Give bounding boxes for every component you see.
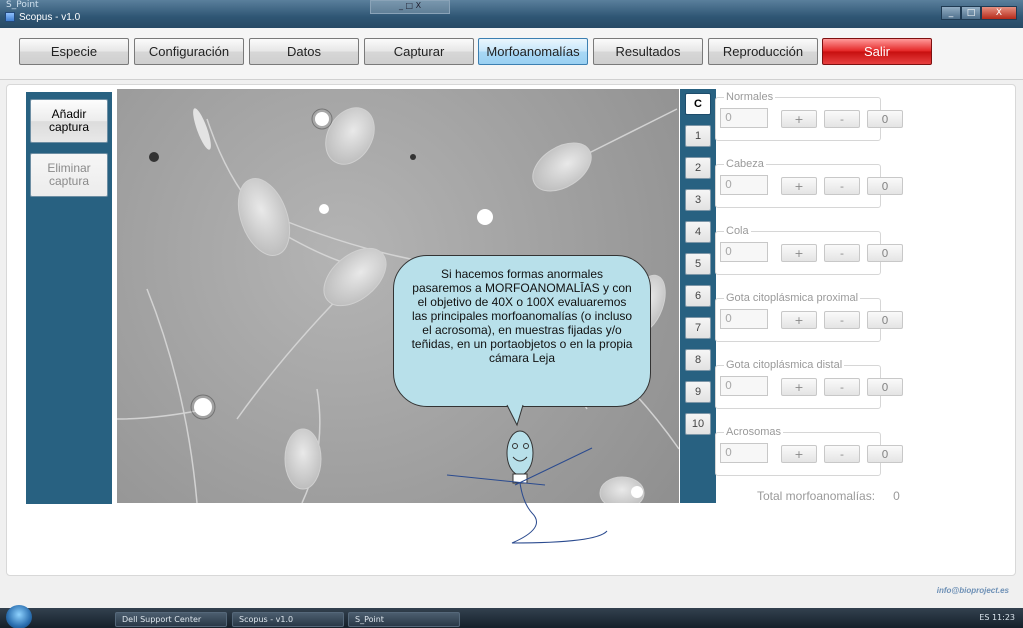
- background-window-controls: _ □ X: [370, 0, 450, 14]
- system-tray: ES 11:23: [979, 613, 1015, 622]
- app-window: Especie Configuración Datos Capturar Mor…: [0, 28, 1023, 608]
- decrement-button[interactable]: -: [824, 177, 860, 195]
- taskbar-item[interactable]: S_Point: [348, 612, 460, 627]
- capture-7-button[interactable]: 7: [685, 317, 711, 339]
- counter-value: 0: [720, 443, 768, 463]
- window-titlebar[interactable]: S_Point _ □ X Scopus - v1.0 _ □ X: [0, 0, 1023, 28]
- main-toolbar: Especie Configuración Datos Capturar Mor…: [0, 28, 1023, 80]
- window-controls: _ □ X: [941, 6, 1017, 20]
- reset-button[interactable]: 0: [867, 244, 903, 262]
- capture-1-button[interactable]: 1: [685, 125, 711, 147]
- add-capture-button[interactable]: Añadir captura: [30, 99, 108, 143]
- reset-button[interactable]: 0: [867, 177, 903, 195]
- counter-gota-proximal: Gota citoplásmica proximal 0 + - 0: [715, 292, 903, 342]
- increment-button[interactable]: +: [781, 378, 817, 396]
- capture-3-button[interactable]: 3: [685, 189, 711, 211]
- counter-gota-distal: Gota citoplásmica distal 0 + - 0: [715, 359, 903, 409]
- capture-2-button[interactable]: 2: [685, 157, 711, 179]
- taskbar-item[interactable]: Dell Support Center: [115, 612, 227, 627]
- counter-value: 0: [720, 242, 768, 262]
- counter-value: 0: [720, 175, 768, 195]
- taskbar: Dell Support Center Scopus - v1.0 S_Poin…: [0, 605, 1023, 628]
- counter-value: 0: [720, 108, 768, 128]
- counter-label: Gota citoplásmica distal: [724, 359, 845, 371]
- capture-4-button[interactable]: 4: [685, 221, 711, 243]
- start-button[interactable]: [6, 605, 32, 628]
- capture-8-button[interactable]: 8: [685, 349, 711, 371]
- decrement-button[interactable]: -: [824, 244, 860, 262]
- counter-value: 0: [720, 309, 768, 329]
- contact-email[interactable]: info@bioproject.es: [937, 586, 1009, 595]
- increment-button[interactable]: +: [781, 110, 817, 128]
- tab-datos[interactable]: Datos: [249, 38, 359, 65]
- tab-capturar[interactable]: Capturar: [364, 38, 474, 65]
- background-window-title: S_Point: [6, 0, 39, 10]
- decrement-button[interactable]: -: [824, 445, 860, 463]
- counter-label: Normales: [724, 91, 776, 103]
- decrement-button[interactable]: -: [824, 378, 860, 396]
- counter-cabeza: Cabeza 0 + - 0: [715, 158, 903, 208]
- capture-sidebar: Añadir captura Eliminar captura: [26, 92, 112, 504]
- content-panel: Añadir captura Eliminar captura C 1 2 3 …: [6, 84, 1016, 576]
- increment-button[interactable]: +: [781, 445, 817, 463]
- minimize-button[interactable]: _: [941, 6, 961, 20]
- app-icon: [5, 12, 15, 22]
- exit-button[interactable]: Salir: [822, 38, 932, 65]
- tab-reproduccion[interactable]: Reproducción: [708, 38, 818, 65]
- capture-9-button[interactable]: 9: [685, 381, 711, 403]
- counter-cola: Cola 0 + - 0: [715, 225, 903, 275]
- counter-label: Gota citoplásmica proximal: [724, 292, 861, 304]
- decrement-button[interactable]: -: [824, 311, 860, 329]
- total-value: 0: [893, 489, 900, 503]
- total-label: Total morfoanomalías:: [757, 489, 876, 503]
- capture-c-button[interactable]: C: [685, 93, 711, 115]
- decrement-button[interactable]: -: [824, 110, 860, 128]
- tab-configuracion[interactable]: Configuración: [134, 38, 244, 65]
- tab-resultados[interactable]: Resultados: [593, 38, 703, 65]
- maximize-button[interactable]: □: [961, 6, 981, 20]
- capture-5-button[interactable]: 5: [685, 253, 711, 275]
- delete-capture-button[interactable]: Eliminar captura: [30, 153, 108, 197]
- increment-button[interactable]: +: [781, 177, 817, 195]
- total-morfoanomalias: Total morfoanomalías: 0: [757, 489, 900, 503]
- speech-bubble: Si hacemos formas anormales pasaremos a …: [393, 255, 651, 407]
- counter-value: 0: [720, 376, 768, 396]
- capture-6-button[interactable]: 6: [685, 285, 711, 307]
- reset-button[interactable]: 0: [867, 378, 903, 396]
- counter-label: Cola: [724, 225, 751, 237]
- window-title: Scopus - v1.0: [19, 12, 81, 23]
- capture-selector: C 1 2 3 4 5 6 7 8 9 10: [680, 89, 716, 503]
- counter-normales: Normales 0 + - 0: [715, 91, 903, 141]
- mascot-drawing: [446, 404, 608, 544]
- increment-button[interactable]: +: [781, 244, 817, 262]
- reset-button[interactable]: 0: [867, 445, 903, 463]
- close-button[interactable]: X: [981, 6, 1017, 20]
- tab-especie[interactable]: Especie: [19, 38, 129, 65]
- reset-button[interactable]: 0: [867, 311, 903, 329]
- increment-button[interactable]: +: [781, 311, 817, 329]
- taskbar-item[interactable]: Scopus - v1.0: [232, 612, 344, 627]
- counter-acrosomas: Acrosomas 0 + - 0: [715, 426, 903, 476]
- reset-button[interactable]: 0: [867, 110, 903, 128]
- counter-label: Acrosomas: [724, 426, 784, 438]
- tab-morfoanomalias[interactable]: Morfoanomalías: [478, 38, 588, 65]
- counter-label: Cabeza: [724, 158, 766, 170]
- capture-10-button[interactable]: 10: [685, 413, 711, 435]
